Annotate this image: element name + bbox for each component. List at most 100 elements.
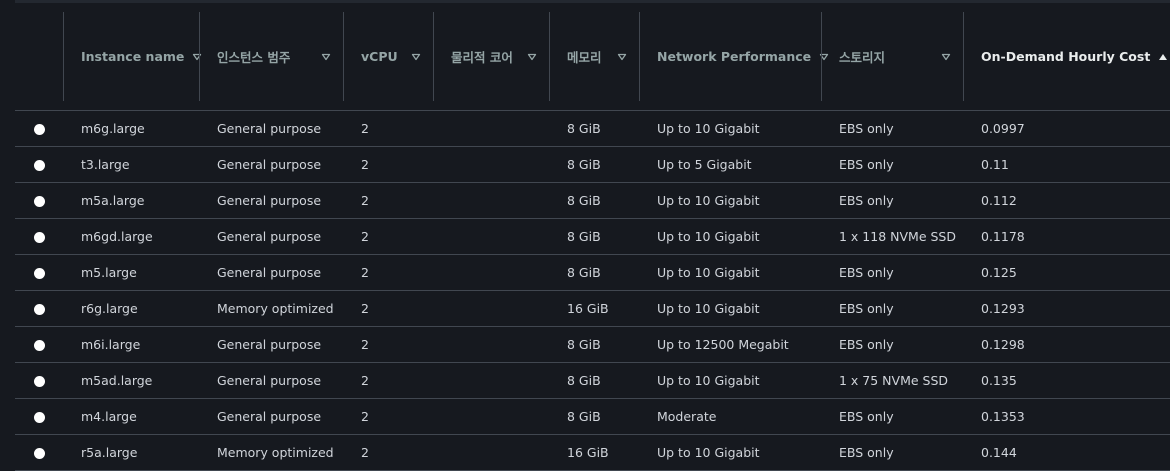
cell-vcpu: 2 — [343, 326, 433, 363]
cell-name: m6gd.large — [63, 218, 199, 255]
column-header-storage[interactable]: 스토리지 — [821, 3, 963, 111]
cell-name: m5ad.large — [63, 362, 199, 399]
column-header-name[interactable]: Instance name — [63, 3, 202, 111]
row-select-radio[interactable] — [33, 160, 45, 171]
cell-memory: 8 GiB — [549, 362, 639, 399]
column-header-category-sort-button[interactable]: 인스턴스 범주 — [199, 12, 343, 101]
column-header-cores[interactable]: 물리적 코어 — [433, 3, 549, 111]
table-row[interactable]: r6g.large Memory optimized 2 16 GiB Up to 10… — [15, 290, 1170, 327]
cell-vcpu: 2 — [343, 182, 433, 219]
column-header-cores-sort-button[interactable]: 물리적 코어 — [433, 12, 549, 101]
cell-network: Up to 10 Gigabit — [639, 434, 821, 471]
cell-name: m6g.large — [63, 110, 199, 147]
cell-category: General purpose — [199, 182, 343, 219]
cell-cores — [433, 290, 549, 327]
table-row[interactable]: r5a.large Memory optimized 2 16 GiB Up to 10… — [15, 434, 1170, 471]
column-header-vcpu[interactable]: vCPU — [343, 3, 433, 111]
column-header-category[interactable]: 인스턴스 범주 — [199, 3, 343, 111]
cell-cost: 0.1178 — [963, 218, 1170, 255]
cell-name: m5a.large — [63, 182, 199, 219]
row-select-cell — [15, 398, 63, 435]
header-row: Instance name 인스턴스 범주 vCPU 물리적 코어 메모리 Network… — [15, 3, 1170, 111]
sort-descending-icon[interactable] — [403, 53, 421, 61]
row-select-cell — [15, 146, 63, 183]
table-row[interactable]: m6i.large General purpose 2 8 GiB Up to 1250… — [15, 326, 1170, 363]
row-select-radio[interactable] — [33, 340, 45, 351]
sort-descending-icon[interactable] — [313, 53, 331, 61]
column-header-storage-sort-button[interactable]: 스토리지 — [821, 12, 963, 101]
sort-ascending-icon[interactable] — [1150, 53, 1168, 61]
cell-memory: 16 GiB — [549, 434, 639, 471]
column-header-cost[interactable]: On-Demand Hourly Cost — [963, 3, 1170, 111]
cell-memory: 8 GiB — [549, 398, 639, 435]
cell-category: General purpose — [199, 110, 343, 147]
column-header-label: On-Demand Hourly Cost — [981, 49, 1151, 64]
row-select-cell — [15, 182, 63, 219]
cell-vcpu: 2 — [343, 218, 433, 255]
row-select-radio[interactable] — [33, 124, 45, 135]
row-select-cell — [15, 218, 63, 255]
cell-vcpu: 2 — [343, 146, 433, 183]
cell-storage: EBS only — [821, 254, 963, 291]
cell-name: r6g.large — [63, 290, 199, 327]
cell-storage: EBS only — [821, 110, 963, 147]
cell-memory: 8 GiB — [549, 110, 639, 147]
column-header-vcpu-sort-button[interactable]: vCPU — [343, 12, 433, 101]
row-select-cell — [15, 290, 63, 327]
cell-memory: 16 GiB — [549, 290, 639, 327]
cell-category: General purpose — [199, 326, 343, 363]
cell-storage: EBS only — [821, 182, 963, 219]
row-select-cell — [15, 362, 63, 399]
cell-storage: EBS only — [821, 326, 963, 363]
column-header-memory[interactable]: 메모리 — [549, 3, 639, 111]
cell-network: Moderate — [639, 398, 821, 435]
sort-descending-icon[interactable] — [933, 53, 951, 61]
table-row[interactable]: m6g.large General purpose 2 8 GiB Up to 10 G… — [15, 110, 1170, 147]
column-header-memory-sort-button[interactable]: 메모리 — [549, 12, 639, 101]
cell-cores — [433, 326, 549, 363]
cell-storage: EBS only — [821, 398, 963, 435]
cell-storage: EBS only — [821, 290, 963, 327]
row-select-radio[interactable] — [33, 304, 45, 315]
cell-cores — [433, 362, 549, 399]
row-select-radio[interactable] — [33, 196, 45, 207]
table-row[interactable]: m4.large General purpose 2 8 GiB Moderate EBS… — [15, 398, 1170, 435]
cell-cost: 0.11 — [963, 146, 1170, 183]
table-row[interactable]: m5ad.large General purpose 2 8 GiB Up to 10 … — [15, 362, 1170, 399]
column-header-label: 스토리지 — [839, 50, 886, 65]
cell-vcpu: 2 — [343, 362, 433, 399]
row-select-radio[interactable] — [33, 268, 45, 279]
cell-vcpu: 2 — [343, 254, 433, 291]
cell-category: General purpose — [199, 218, 343, 255]
cell-network: Up to 10 Gigabit — [639, 290, 821, 327]
row-select-radio[interactable] — [33, 376, 45, 387]
cell-memory: 8 GiB — [549, 182, 639, 219]
cell-name: m6i.large — [63, 326, 199, 363]
column-header-network[interactable]: Network Performance — [639, 3, 829, 111]
column-header-network-sort-button[interactable]: Network Performance — [639, 12, 829, 101]
table-row[interactable]: m5a.large General purpose 2 8 GiB Up to 10 G… — [15, 182, 1170, 219]
cell-category: Memory optimized — [199, 434, 343, 471]
cell-category: General purpose — [199, 146, 343, 183]
cell-storage: EBS only — [821, 146, 963, 183]
cell-cost: 0.112 — [963, 182, 1170, 219]
cell-network: Up to 10 Gigabit — [639, 182, 821, 219]
sort-descending-icon[interactable] — [609, 53, 627, 61]
cell-cost: 0.125 — [963, 254, 1170, 291]
cell-cost: 0.144 — [963, 434, 1170, 471]
row-select-radio[interactable] — [33, 232, 45, 243]
cell-network: Up to 10 Gigabit — [639, 362, 821, 399]
table-row[interactable]: t3.large General purpose 2 8 GiB Up to 5 Gig… — [15, 146, 1170, 183]
cell-name: m5.large — [63, 254, 199, 291]
cell-cores — [433, 218, 549, 255]
table-row[interactable]: m6gd.large General purpose 2 8 GiB Up to 10 … — [15, 218, 1170, 255]
column-header-label: Instance name — [81, 49, 185, 64]
column-header-name-sort-button[interactable]: Instance name — [63, 12, 202, 101]
sort-descending-icon[interactable] — [519, 53, 537, 61]
row-select-radio[interactable] — [33, 448, 45, 459]
row-select-radio[interactable] — [33, 412, 45, 423]
cell-cost: 0.135 — [963, 362, 1170, 399]
column-header-cost-sort-button[interactable]: On-Demand Hourly Cost — [963, 12, 1170, 101]
cell-memory: 8 GiB — [549, 254, 639, 291]
table-row[interactable]: m5.large General purpose 2 8 GiB Up to 10 Gi… — [15, 254, 1170, 291]
